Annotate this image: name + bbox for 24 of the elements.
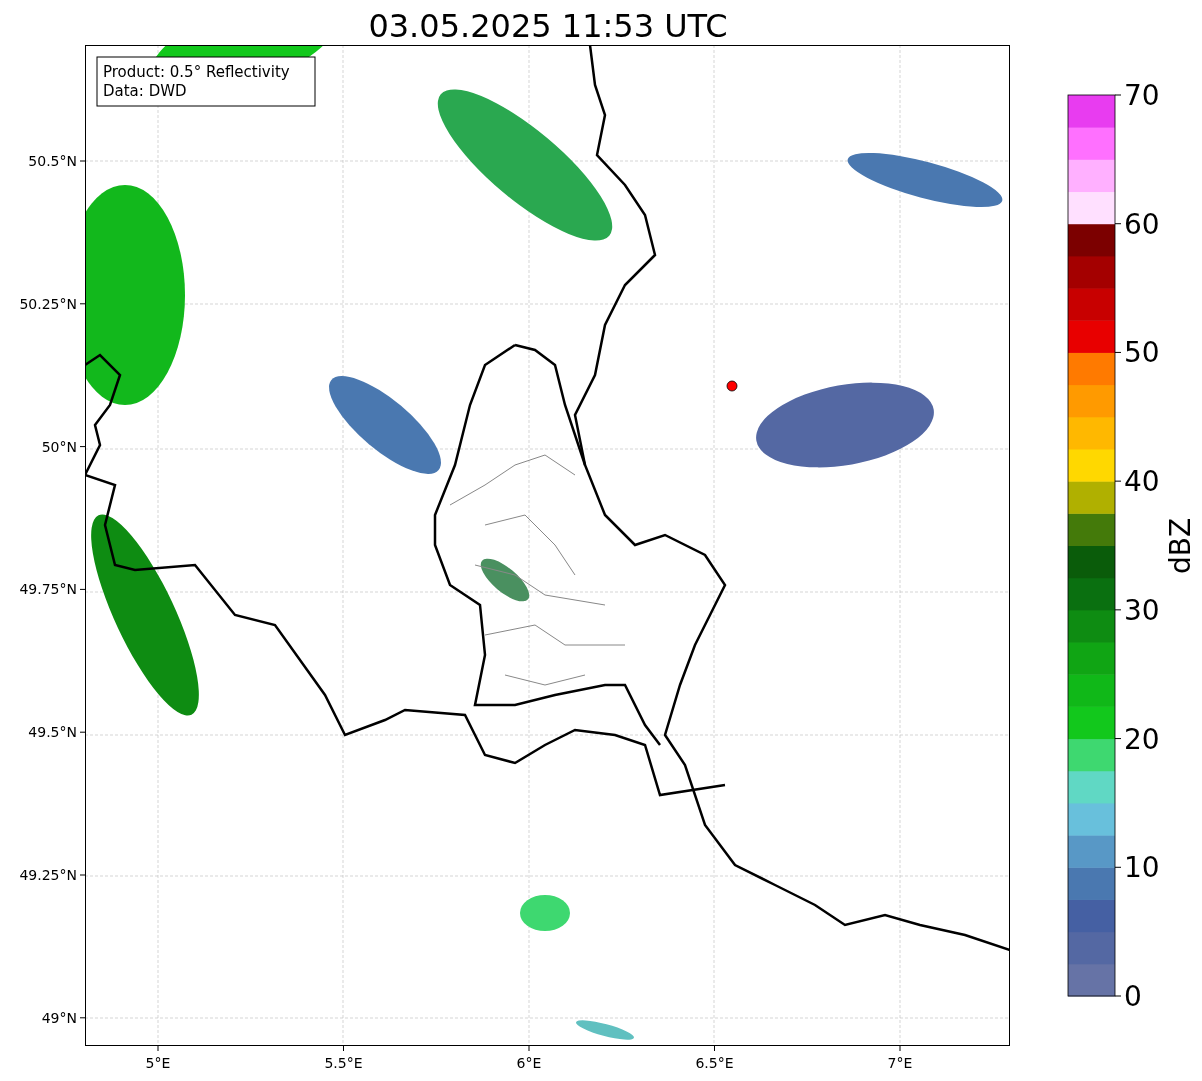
longitude-label: 6°E <box>516 1055 542 1071</box>
latitude-label: 49°N <box>41 1009 77 1026</box>
latitude-label: 50.25°N <box>19 295 77 312</box>
longitude-label: 6.5°E <box>695 1055 734 1071</box>
longitude-label: 5°E <box>145 1055 171 1071</box>
latitude-label: 49.5°N <box>28 724 77 741</box>
colorbar-tick-label: 50 <box>1124 336 1160 370</box>
colorbar-tick-label: 30 <box>1124 593 1160 627</box>
legend-text: Product: 0.5° Reflectivity <box>103 63 290 81</box>
colorbar-tick-label: 0 <box>1124 980 1142 1013</box>
latitude-label: 50°N <box>41 438 77 455</box>
colorbar-tick-label: 10 <box>1124 851 1160 885</box>
colorbar-label: dBZ <box>1164 517 1197 575</box>
latitude-label: 49.75°N <box>19 581 77 598</box>
latitude-label: 49.25°N <box>19 867 77 883</box>
colorbar-tick-label: 60 <box>1124 207 1160 241</box>
latitude-label: 50.5°N <box>28 153 77 169</box>
legend-text: Data: DWD <box>103 82 187 100</box>
longitude-label: 5.5°E <box>324 1055 363 1071</box>
colorbar-tick-label: 70 <box>1124 79 1160 112</box>
colorbar-tick-label: 20 <box>1124 722 1160 756</box>
colorbar-tick-label: 40 <box>1124 465 1160 499</box>
chart-title: 03.05.2025 11:53 UTC <box>368 7 728 45</box>
longitude-label: 7°E <box>887 1055 913 1071</box>
